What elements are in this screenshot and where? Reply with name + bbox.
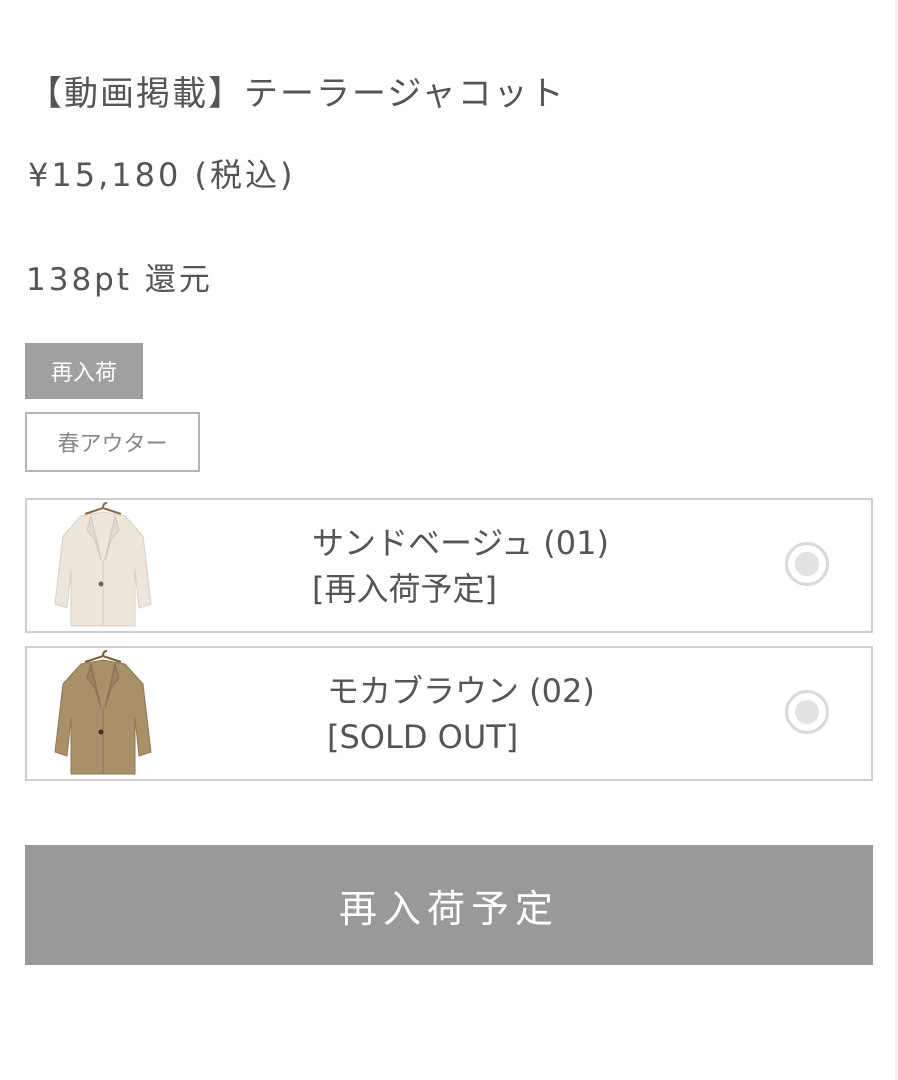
product-title: 【動画掲載】テーラージャコット	[28, 74, 566, 114]
variant-name: サンドベージュ (01)	[312, 524, 609, 562]
product-price: ¥15,180 (税込)	[28, 156, 296, 194]
radio-dot-icon	[795, 552, 819, 576]
beige-jacket-image	[54, 502, 152, 627]
reward-points: 138pt 還元	[26, 262, 213, 298]
variant-name: モカブラウン (02)	[327, 672, 595, 710]
brown-jacket-image	[54, 650, 152, 775]
variant-option-mocha-brown[interactable]: モカブラウン (02) [SOLD OUT]	[25, 646, 873, 781]
radio-dot-icon	[795, 700, 819, 724]
variant-status: [再入荷予定]	[312, 570, 497, 608]
restock-notify-button[interactable]: 再入荷予定	[25, 845, 873, 965]
category-tag[interactable]: 春アウター	[25, 412, 200, 472]
variant-status: [SOLD OUT]	[327, 718, 519, 756]
variant-label: モカブラウン (02) [SOLD OUT]	[327, 668, 595, 760]
variant-radio[interactable]	[785, 542, 829, 586]
variant-option-sand-beige[interactable]: サンドベージュ (01) [再入荷予定]	[25, 498, 873, 633]
restock-tag[interactable]: 再入荷	[25, 343, 143, 399]
variant-label: サンドベージュ (01) [再入荷予定]	[312, 520, 609, 612]
variant-radio[interactable]	[785, 690, 829, 734]
